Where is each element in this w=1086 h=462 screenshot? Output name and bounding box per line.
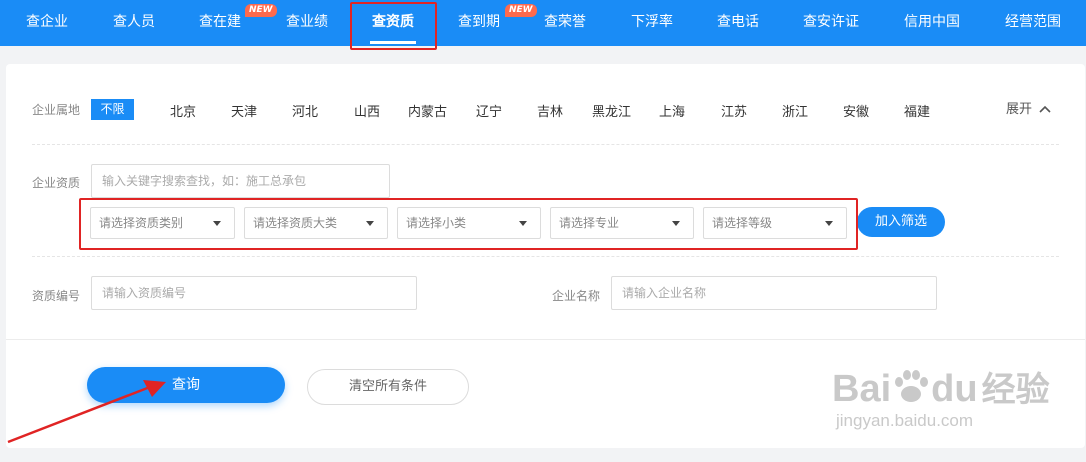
arrow-annotation-icon — [7, 380, 166, 444]
watermark-brand: Bai — [832, 368, 892, 410]
nav-tab-credit-china[interactable]: 信用中国 — [904, 0, 960, 46]
region-tag[interactable]: 江苏 — [721, 101, 747, 120]
clear-all-button[interactable]: 清空所有条件 — [307, 369, 469, 405]
region-tag[interactable]: 北京 — [170, 101, 196, 120]
expand-label: 展开 — [1006, 102, 1033, 117]
new-badge: NEW — [245, 4, 277, 17]
add-filter-button[interactable]: 加入筛选 — [857, 207, 945, 237]
nav-tab-performance[interactable]: 查业绩 — [286, 0, 328, 46]
watermark-brand-tail: du — [931, 368, 978, 410]
region-tag[interactable]: 天津 — [231, 101, 257, 120]
nav-tab-discount[interactable]: 下浮率 — [631, 0, 673, 46]
nav-tab-business-scope[interactable]: 经营范围 — [1005, 0, 1061, 46]
nav-tab-safety-license[interactable]: 查安许证 — [803, 0, 859, 46]
region-tag[interactable]: 上海 — [659, 101, 685, 120]
watermark-brand-cn: 经验 — [981, 370, 1050, 410]
company-name-label: 企业名称 — [552, 289, 601, 303]
region-tag[interactable]: 河北 — [292, 101, 318, 120]
watermark-url: jingyan.baidu.com — [836, 411, 974, 430]
baidu-jingyan-watermark: Bai du 经验 — [832, 362, 1050, 411]
nav-tab-honors[interactable]: 查荣誉 — [544, 0, 586, 46]
region-tag[interactable]: 吉林 — [537, 101, 563, 120]
highlight-box — [350, 2, 437, 50]
region-tag[interactable]: 山西 — [354, 101, 380, 120]
divider — [32, 256, 1059, 257]
paw-icon — [895, 370, 929, 402]
cert-number-label: 资质编号 — [32, 289, 81, 303]
nav-tab-personnel[interactable]: 查人员 — [113, 0, 155, 46]
highlight-box — [79, 198, 858, 250]
region-tag[interactable]: 内蒙古 — [408, 101, 447, 120]
nav-tab-expiry[interactable]: 查到期 — [458, 0, 500, 46]
region-tag[interactable]: 福建 — [904, 101, 930, 120]
new-badge: NEW — [505, 4, 537, 17]
top-nav: 查企业 查人员 查在建 NEW 查业绩 查资质 查到期 NEW 查荣誉 下浮率 … — [0, 0, 1086, 46]
region-tag[interactable]: 黑龙江 — [592, 101, 631, 120]
qualification-search-input[interactable] — [91, 164, 390, 198]
region-all-tag[interactable]: 不限 — [91, 99, 134, 120]
region-tag[interactable]: 浙江 — [782, 101, 808, 120]
expand-button[interactable]: 展开 — [1006, 98, 1051, 117]
qualification-label: 企业资质 — [32, 176, 81, 190]
region-tag[interactable]: 辽宁 — [476, 101, 502, 120]
region-label: 企业属地 — [32, 103, 81, 117]
nav-tab-company[interactable]: 查企业 — [26, 0, 68, 46]
company-name-input[interactable] — [611, 276, 937, 310]
region-tag[interactable]: 安徽 — [843, 101, 869, 120]
chevron-up-icon — [1039, 105, 1051, 113]
divider — [32, 144, 1059, 145]
nav-tab-phone[interactable]: 查电话 — [717, 0, 759, 46]
nav-tab-ongoing[interactable]: 查在建 — [199, 0, 241, 46]
divider — [6, 339, 1085, 340]
cert-number-input[interactable] — [91, 276, 417, 310]
